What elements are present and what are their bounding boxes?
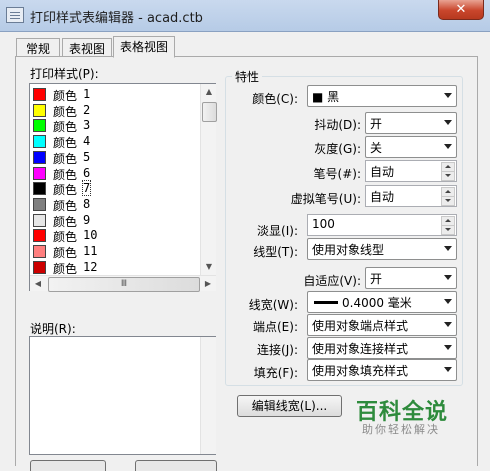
plot-style-item[interactable]: 颜色 11 <box>31 243 199 260</box>
plot-style-number: 1 <box>83 87 91 101</box>
linetype-label: 线型(T): <box>253 245 298 259</box>
plot-style-item[interactable]: 颜色 5 <box>31 149 199 166</box>
scroll-thumb[interactable] <box>202 102 217 122</box>
color-swatch-icon <box>33 213 46 227</box>
description-label: 说明(R): <box>30 322 76 336</box>
color-label: 颜色(C): <box>252 92 298 106</box>
chevron-down-icon <box>444 345 452 350</box>
scroll-left-icon[interactable]: ◀ <box>30 276 46 292</box>
scroll-right-icon[interactable]: ▶ <box>200 276 216 292</box>
plot-style-item[interactable]: 颜色 4 <box>31 133 199 150</box>
chevron-down-icon <box>444 144 452 149</box>
close-button[interactable]: ✕ <box>438 0 484 20</box>
scroll-up-icon[interactable]: ▲ <box>201 84 217 100</box>
color-swatch-icon <box>33 245 46 258</box>
color-swatch-icon <box>33 229 46 243</box>
plot-style-item[interactable]: 颜色 9 <box>31 212 199 229</box>
color-swatch-icon <box>33 150 46 164</box>
screening-label: 淡显(I): <box>257 224 298 238</box>
endstyle-select[interactable]: 使用对象端点样式 <box>307 314 457 336</box>
fillstyle-label: 填充(F): <box>253 366 298 380</box>
chevron-down-icon <box>444 367 452 372</box>
color-swatch-icon <box>33 182 46 196</box>
plot-style-number: 8 <box>83 196 91 211</box>
chevron-down-icon <box>444 120 452 125</box>
color-swatch-icon <box>33 135 46 149</box>
dither-label: 抖动(D): <box>314 118 361 132</box>
chevron-down-icon <box>444 299 452 304</box>
plot-style-item[interactable]: 颜色 2 <box>31 102 199 119</box>
pen-number-label: 笔号(#): <box>313 167 361 181</box>
plot-style-item[interactable]: 颜色 7 <box>31 180 199 197</box>
spin-down-icon[interactable] <box>441 196 455 206</box>
plot-style-item[interactable]: 颜色 6 <box>31 165 199 182</box>
hscroll-thumb[interactable]: Ⅲ <box>48 277 200 292</box>
plot-style-number: 10 <box>83 228 98 243</box>
plot-style-item[interactable]: 颜色 8 <box>31 196 199 213</box>
window-title: 打印样式表编辑器 - acad.ctb <box>30 11 203 26</box>
plot-style-number: 2 <box>83 102 91 117</box>
tab-general[interactable]: 常规 <box>16 38 60 58</box>
scroll-down-icon[interactable]: ▼ <box>201 259 217 275</box>
chevron-down-icon <box>444 93 452 98</box>
vertical-scrollbar[interactable]: ▲ ▼ <box>200 84 217 275</box>
grayscale-select[interactable]: 关 <box>365 136 457 158</box>
plot-style-number: 3 <box>83 118 91 133</box>
color-swatch-icon <box>33 166 46 180</box>
lineweight-preview-icon <box>314 301 338 304</box>
spin-down-icon[interactable] <box>441 225 455 235</box>
plot-style-item[interactable]: 颜色 12 <box>31 259 199 276</box>
app-icon <box>6 7 24 23</box>
plot-style-number: 4 <box>83 134 91 149</box>
virtual-pen-spinner[interactable]: 自动 <box>365 185 457 207</box>
plot-style-number: 9 <box>83 212 91 227</box>
properties-group-label: 特性 <box>232 68 263 85</box>
fillstyle-select[interactable]: 使用对象填充样式 <box>307 359 457 381</box>
grayscale-label: 灰度(G): <box>314 142 361 156</box>
dither-select[interactable]: 开 <box>365 112 457 134</box>
description-scrollbar[interactable] <box>200 337 216 454</box>
color-select[interactable]: ■ 黑 <box>307 85 457 107</box>
chevron-down-icon <box>444 246 452 251</box>
endstyle-label: 端点(E): <box>253 320 298 334</box>
virtual-pen-label: 虚拟笔号(U): <box>290 192 361 206</box>
plot-style-item[interactable]: 颜色 3 <box>31 117 199 134</box>
lineweight-label: 线宽(W): <box>248 298 298 312</box>
tab-table-view[interactable]: 表视图 <box>62 38 112 58</box>
horizontal-scrollbar[interactable]: ◀ Ⅲ ▶ <box>30 275 216 292</box>
joinstyle-label: 连接(J): <box>257 343 298 357</box>
color-swatch-icon <box>33 88 46 101</box>
watermark-slogan: 助你轻松解决 <box>362 423 440 436</box>
pen-number-spinner[interactable]: 自动 <box>365 160 457 182</box>
linetype-select[interactable]: 使用对象线型 <box>307 238 457 260</box>
plot-style-number: 12 <box>83 259 98 274</box>
color-swatch-icon <box>33 260 46 274</box>
color-swatch-icon <box>33 119 46 133</box>
plot-styles-list[interactable]: 颜色1颜色2颜色3颜色4颜色5颜色6颜色7颜色8颜色9颜色10颜色11颜色12颜… <box>29 83 217 292</box>
screening-spinner[interactable]: 100 <box>307 214 457 236</box>
chevron-down-icon <box>444 275 452 280</box>
plot-styles-label: 打印样式(P): <box>30 67 99 81</box>
adaptive-label: 自适应(V): <box>303 274 361 288</box>
plot-style-number: 7 <box>81 180 92 197</box>
description-textarea[interactable] <box>29 336 216 455</box>
plot-style-item[interactable]: 颜色 1 <box>31 86 199 103</box>
color-swatch-icon <box>33 103 46 117</box>
plot-style-item[interactable]: 颜色 10 <box>31 227 199 244</box>
spin-down-icon[interactable] <box>441 171 455 181</box>
edit-lineweights-button[interactable]: 编辑线宽(L)... <box>237 395 342 417</box>
adaptive-select[interactable]: 开 <box>365 267 457 289</box>
joinstyle-select[interactable]: 使用对象连接样式 <box>307 337 457 359</box>
color-swatch-icon <box>33 197 46 211</box>
plot-style-number: 6 <box>83 165 91 180</box>
lineweight-select[interactable]: 0.4000 毫米 <box>307 291 457 313</box>
plot-style-number: 11 <box>83 244 98 258</box>
chevron-down-icon <box>444 322 452 327</box>
tab-form-view[interactable]: 表格视图 <box>113 36 175 58</box>
plot-style-number: 5 <box>83 149 91 164</box>
